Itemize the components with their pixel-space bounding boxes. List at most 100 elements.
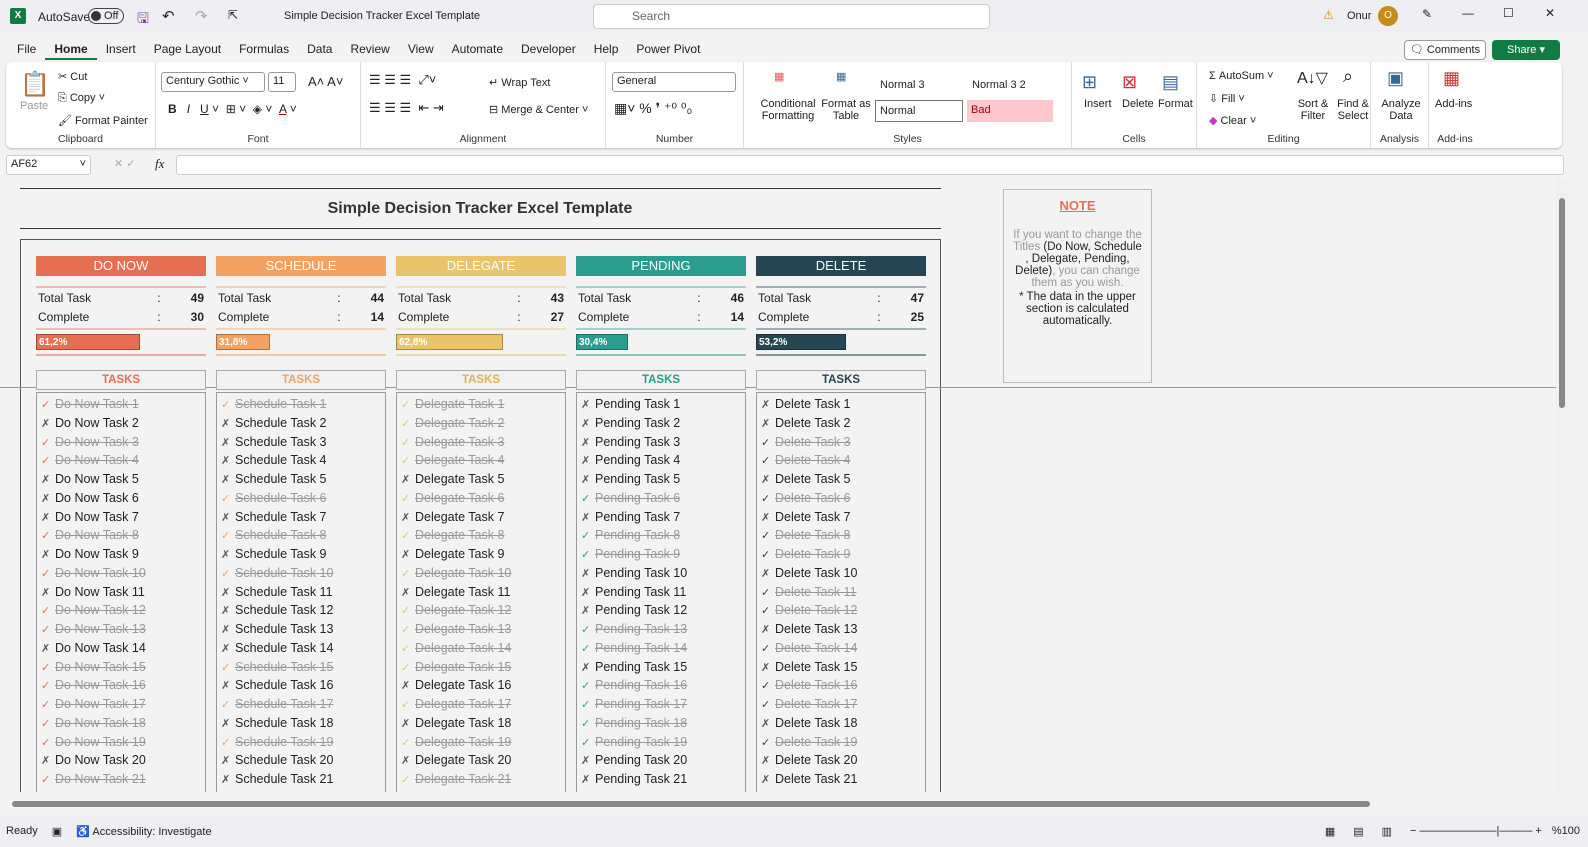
horizontal-align-icons[interactable]: ☰ ☰ ☰ ⇤ ⇥ (369, 100, 444, 116)
autosave-toggle[interactable]: Off (88, 8, 124, 24)
task-row[interactable]: ✗Schedule Task 18 (217, 714, 385, 733)
task-row[interactable]: ✗Do Now Task 9 (37, 545, 205, 564)
task-row[interactable]: ✓Pending Task 6 (577, 489, 745, 508)
task-row[interactable]: ✗Pending Task 7 (577, 508, 745, 527)
task-row[interactable]: ✓Do Now Task 17 (37, 695, 205, 714)
task-row[interactable]: ✓Delegate Task 15 (397, 658, 565, 677)
view-normal-icon[interactable]: ▦ (1325, 825, 1335, 838)
autosum-button[interactable]: Σ AutoSum ˅ (1209, 70, 1274, 82)
task-row[interactable]: ✗Delegate Task 9 (397, 545, 565, 564)
merge-center-button[interactable]: ⊟ Merge & Center ˅ (489, 103, 588, 116)
category-title[interactable]: PENDING (576, 256, 746, 276)
task-row[interactable]: ✗Schedule Task 16 (217, 676, 385, 695)
task-row[interactable]: ✓Delegate Task 19 (397, 733, 565, 752)
task-row[interactable]: ✓Delete Task 3 (757, 433, 925, 452)
style-normal[interactable]: Normal (875, 100, 963, 122)
undo-icon[interactable]: ↶ (162, 7, 175, 25)
tab-power-pivot[interactable]: Power Pivot (627, 38, 709, 60)
view-page-layout-icon[interactable]: ▤ (1353, 825, 1363, 838)
vertical-align-icons[interactable]: ☰ ☰ ☰ ⤢˅ (369, 72, 436, 88)
task-row[interactable]: ✗Do Now Task 5 (37, 470, 205, 489)
task-row[interactable]: ✗Do Now Task 6 (37, 489, 205, 508)
task-row[interactable]: ✗Delegate Task 16 (397, 676, 565, 695)
task-row[interactable]: ✗Do Now Task 14 (37, 639, 205, 658)
maximize-icon[interactable]: ☐ (1503, 6, 1514, 20)
font-name-select[interactable]: Century Gothic ˅ (161, 72, 265, 92)
format-painter-button[interactable]: 🖌 Format Painter (58, 114, 148, 127)
format-as-table-button[interactable]: Format as Table (820, 98, 872, 122)
find-select-button[interactable]: Find & Select (1333, 98, 1373, 122)
zoom-slider[interactable]: − ———————|——— + (1410, 825, 1542, 837)
task-row[interactable]: ✗Delete Task 5 (757, 470, 925, 489)
task-row[interactable]: ✓Schedule Task 10 (217, 564, 385, 583)
zoom-level[interactable]: %100 (1552, 825, 1580, 837)
task-row[interactable]: ✗Delete Task 13 (757, 620, 925, 639)
share-button[interactable]: Share ▾ (1492, 40, 1560, 60)
task-row[interactable]: ✓Schedule Task 8 (217, 526, 385, 545)
task-row[interactable]: ✗Pending Task 3 (577, 433, 745, 452)
task-row[interactable]: ✗Delete Task 15 (757, 658, 925, 677)
task-row[interactable]: ✓Do Now Task 16 (37, 676, 205, 695)
task-row[interactable]: ✓Pending Task 17 (577, 695, 745, 714)
tasks-header[interactable]: TASKS (756, 370, 926, 390)
tab-help[interactable]: Help (585, 38, 628, 60)
tab-insert[interactable]: Insert (97, 38, 145, 60)
tab-home[interactable]: Home (45, 38, 96, 60)
number-format-select[interactable]: General (612, 72, 736, 92)
tab-review[interactable]: Review (341, 38, 398, 60)
task-row[interactable]: ✗Do Now Task 7 (37, 508, 205, 527)
grow-font-icon[interactable]: A˄ A˅ (308, 74, 343, 89)
worksheet[interactable]: Simple Decision Tracker Excel Template D… (0, 180, 1556, 792)
avatar[interactable]: O (1378, 6, 1398, 26)
accessibility-button[interactable]: ♿ Accessibility: Investigate (76, 825, 211, 838)
task-row[interactable]: ✓Pending Task 19 (577, 733, 745, 752)
tasks-header[interactable]: TASKS (36, 370, 206, 390)
task-row[interactable]: ✓Delegate Task 12 (397, 601, 565, 620)
style-normal-3[interactable]: Normal 3 (880, 79, 925, 91)
task-row[interactable]: ✓Do Now Task 12 (37, 601, 205, 620)
font-format-buttons[interactable]: B I U ˅ ⊞ ˅ ◈ ˅ A ˅ (168, 102, 297, 116)
formula-input[interactable] (176, 155, 1564, 175)
task-row[interactable]: ✗Pending Task 21 (577, 770, 745, 789)
task-row[interactable]: ✗Delete Task 2 (757, 414, 925, 433)
task-row[interactable]: ✗Delete Task 1 (757, 395, 925, 414)
tasks-header[interactable]: TASKS (216, 370, 386, 390)
task-row[interactable]: ✓Do Now Task 8 (37, 526, 205, 545)
category-title[interactable]: DELETE (756, 256, 926, 276)
task-row[interactable]: ✗Pending Task 5 (577, 470, 745, 489)
fill-button[interactable]: ⇩ Fill ˅ (1209, 92, 1245, 105)
name-box[interactable]: AF62˅ (6, 155, 91, 175)
paste-icon[interactable]: 📋 (20, 70, 50, 99)
format-button[interactable]: Format (1158, 98, 1193, 110)
comments-button[interactable]: 🗨 Comments (1404, 40, 1486, 60)
function-icon[interactable]: fx (155, 156, 164, 172)
task-row[interactable]: ✓Delete Task 9 (757, 545, 925, 564)
macro-record-icon[interactable]: ▣ (52, 825, 62, 838)
style-bad[interactable]: Bad (967, 100, 1053, 122)
task-row[interactable]: ✗Delete Task 7 (757, 508, 925, 527)
task-row[interactable]: ✓Delegate Task 21 (397, 770, 565, 789)
view-page-break-icon[interactable]: ▥ (1382, 825, 1392, 838)
insert-button[interactable]: Insert (1084, 98, 1112, 110)
clear-button[interactable]: ◆ Clear ˅ (1209, 114, 1256, 127)
task-row[interactable]: ✓Pending Task 18 (577, 714, 745, 733)
task-row[interactable]: ✗Delegate Task 5 (397, 470, 565, 489)
cut-button[interactable]: ✂ Cut (58, 70, 87, 83)
category-title[interactable]: DO NOW (36, 256, 206, 276)
task-row[interactable]: ✗Schedule Task 13 (217, 620, 385, 639)
task-row[interactable]: ✗Delegate Task 18 (397, 714, 565, 733)
task-row[interactable]: ✓Delete Task 6 (757, 489, 925, 508)
task-row[interactable]: ✓Delegate Task 3 (397, 433, 565, 452)
task-row[interactable]: ✗Delete Task 18 (757, 714, 925, 733)
task-row[interactable]: ✓Pending Task 14 (577, 639, 745, 658)
task-row[interactable]: ✗Pending Task 15 (577, 658, 745, 677)
addins-button[interactable]: Add-ins (1435, 98, 1472, 110)
task-row[interactable]: ✗Delegate Task 20 (397, 751, 565, 770)
delete-button[interactable]: Delete (1122, 98, 1154, 110)
cancel-confirm-icons[interactable]: ✕ ✓ (114, 157, 136, 170)
task-row[interactable]: ✗Pending Task 10 (577, 564, 745, 583)
search-input[interactable]: Search (593, 4, 990, 29)
number-format-icons[interactable]: ▦˅ % ❜ ⁺⁰ ⁰₀ (614, 100, 692, 117)
tab-view[interactable]: View (399, 38, 443, 60)
task-row[interactable]: ✗Pending Task 2 (577, 414, 745, 433)
